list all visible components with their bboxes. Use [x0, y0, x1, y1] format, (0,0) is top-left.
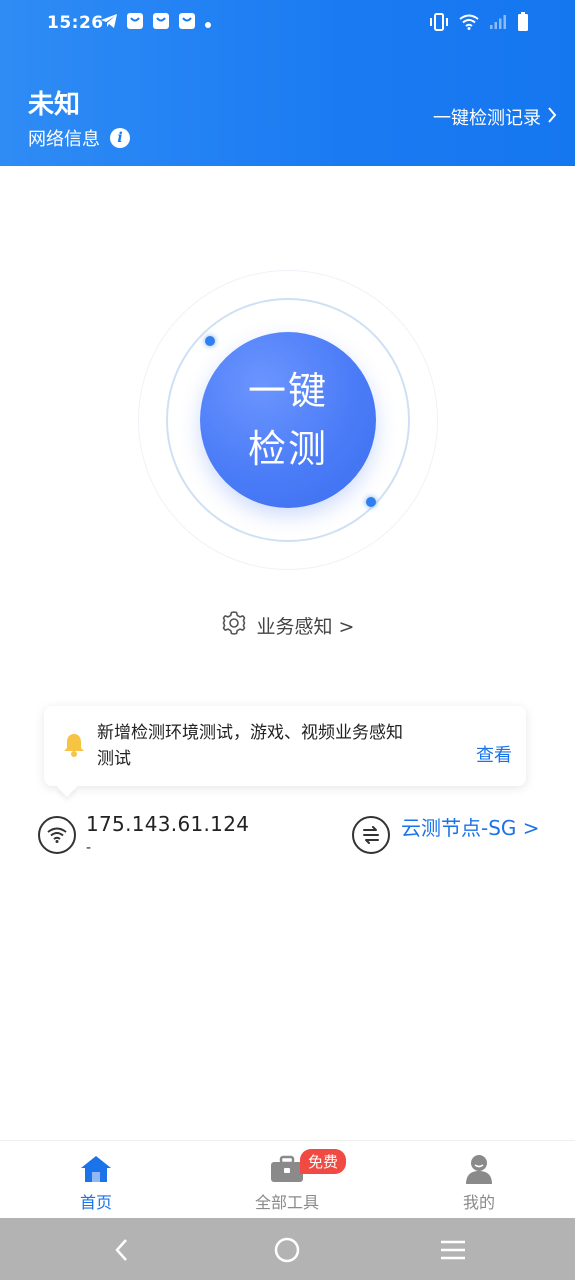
dot-icon [204, 14, 212, 33]
business-perception-link[interactable]: 业务感知 > [0, 610, 575, 641]
network-info[interactable]: 网络信息 i [28, 125, 130, 151]
vibrate-icon [429, 13, 449, 35]
gear-icon [221, 610, 247, 641]
orbit-dot [205, 336, 215, 346]
status-time: 15:26 [47, 13, 104, 33]
status-right-icons [429, 12, 529, 36]
switch-node-icon[interactable] [352, 816, 390, 854]
shopping-bag-icon [126, 12, 144, 34]
user-icon [464, 1151, 494, 1187]
detect-button-line1: 一键 [247, 369, 328, 413]
ip-address: 175.143.61.124 [86, 812, 250, 836]
wifi-icon [459, 14, 479, 34]
one-click-detect-button[interactable]: 一键 检测 [200, 332, 376, 508]
chevron-right-icon [547, 106, 557, 129]
shopping-bag-icon [152, 12, 170, 34]
tab-all-tools-label: 全部工具 [254, 1193, 319, 1212]
shopping-bag-icon [178, 12, 196, 34]
home-circle-icon[interactable] [269, 1232, 305, 1268]
detect-button-line2: 检测 [247, 427, 328, 471]
business-perception-label: 业务感知 > [256, 616, 355, 638]
cloud-node-link[interactable]: 云测节点-SG > [401, 812, 540, 841]
back-icon[interactable] [104, 1232, 140, 1268]
system-nav-bar [0, 1218, 575, 1280]
header: 15:26 未知 网络信息 i 一键检测记录 [0, 0, 575, 166]
toolbox-icon [270, 1151, 304, 1187]
detection-record-link[interactable]: 一键检测记录 [433, 104, 557, 130]
detection-record-label: 一键检测记录 [433, 108, 541, 129]
tab-home[interactable]: 首页 [36, 1141, 156, 1219]
ip-subtext: - [86, 840, 92, 856]
info-icon[interactable]: i [110, 128, 130, 148]
detect-ring: 一键 检测 [138, 270, 438, 570]
tab-mine[interactable]: 我的 [419, 1141, 539, 1219]
notification-icons [100, 12, 212, 34]
wifi-icon [38, 816, 76, 854]
notice-text: 新增检测环境测试，游戏、视频业务感知测试 [97, 723, 403, 769]
bottom-tab-bar: 首页 全部工具 免费 我的 [0, 1140, 575, 1219]
tab-home-label: 首页 [79, 1193, 112, 1212]
menu-icon[interactable] [435, 1232, 471, 1268]
home-icon [79, 1151, 113, 1187]
status-bar: 15:26 [0, 0, 575, 48]
connection-row: 175.143.61.124 - 云测节点-SG > [0, 808, 575, 868]
free-badge: 免费 [300, 1149, 347, 1174]
signal-icon [489, 14, 507, 34]
network-info-label: 网络信息 [28, 129, 100, 150]
notice-card: 新增检测环境测试，游戏、视频业务感知测试 查看 [44, 706, 526, 786]
tab-mine-label: 我的 [462, 1193, 495, 1212]
telegram-icon [100, 13, 118, 33]
network-type: 未知 [28, 90, 81, 120]
orbit-dot [366, 497, 376, 507]
bell-icon [62, 732, 86, 762]
battery-icon [517, 12, 529, 36]
notice-view-link[interactable]: 查看 [476, 741, 512, 767]
